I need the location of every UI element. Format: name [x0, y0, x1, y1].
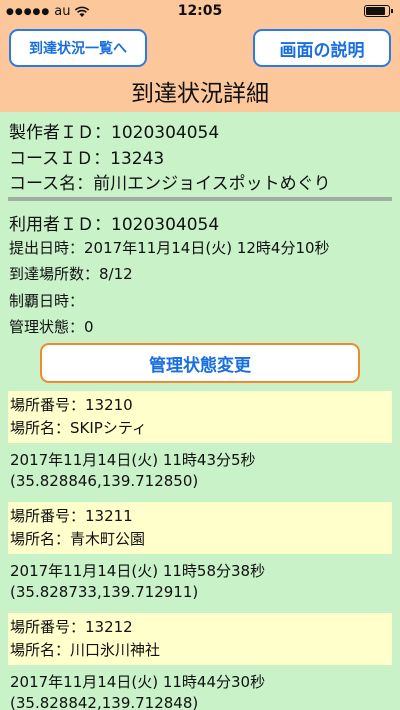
- visit-coords: (35.828733,139.712911): [10, 583, 199, 601]
- place-item: 場所番号：13210 場所名：SKIPシティ 2017年11月14日(火) 11…: [8, 391, 392, 499]
- reached-count: 到達場所数：8/12: [9, 265, 133, 283]
- submitted-datetime: 提出日時：2017年11月14日(火) 12時4分10秒: [9, 239, 330, 257]
- place-item: 場所番号：13211 場所名：青木町公園 2017年11月14日(火) 11時5…: [8, 502, 392, 610]
- place-header: 場所番号：13212 場所名：川口氷川神社: [8, 613, 392, 665]
- manage-state: 管理状態：0: [9, 318, 94, 336]
- visit-datetime: 2017年11月14日(火) 11時58分38秒: [10, 562, 266, 580]
- visit-coords: (35.828846,139.712850): [10, 472, 199, 490]
- place-number: 場所番号：13210: [10, 396, 133, 414]
- place-visit: 2017年11月14日(火) 11時58分38秒 (35.828733,139.…: [8, 554, 392, 610]
- place-visit: 2017年11月14日(火) 11時43分5秒 (35.828846,139.7…: [8, 443, 392, 499]
- screen-explain-button[interactable]: 画面の説明: [253, 29, 391, 67]
- status-time: 12:05: [177, 3, 223, 19]
- conquered-datetime: 制覇日時：: [9, 292, 85, 310]
- battery-level: [366, 7, 385, 15]
- battery-icon: [364, 5, 393, 17]
- place-header: 場所番号：13211 場所名：青木町公園: [8, 502, 392, 554]
- place-name: 場所名：SKIPシティ: [10, 419, 147, 437]
- place-visit: 2017年11月14日(火) 11時44分30秒 (35.828842,139.…: [8, 665, 392, 710]
- visit-datetime: 2017年11月14日(火) 11時43分5秒: [10, 451, 256, 469]
- place-item: 場所番号：13212 場所名：川口氷川神社 2017年11月14日(火) 11時…: [8, 613, 392, 710]
- place-name: 場所名：川口氷川神社: [10, 641, 161, 659]
- status-bar: ●●●●● au 12:05: [0, 0, 400, 22]
- header: 到達状況一覧へ 画面の説明 到達状況詳細: [0, 22, 400, 112]
- back-to-list-button[interactable]: 到達状況一覧へ: [9, 29, 147, 67]
- page-title: 到達状況詳細: [131, 81, 269, 107]
- place-header: 場所番号：13210 場所名：SKIPシティ: [8, 391, 392, 443]
- change-manage-state-button[interactable]: 管理状態変更: [40, 343, 360, 383]
- maker-id: 製作者ＩＤ：1020304054: [9, 123, 220, 143]
- place-number: 場所番号：13211: [10, 507, 133, 525]
- visit-coords: (35.828842,139.712848): [10, 694, 199, 710]
- user-id: 利用者ＩＤ：1020304054: [9, 215, 220, 235]
- place-number: 場所番号：13212: [10, 618, 133, 636]
- course-name: コース名：前川エンジョイスポットめぐり: [9, 174, 331, 194]
- place-name: 場所名：青木町公園: [10, 530, 146, 548]
- divider: [8, 197, 392, 201]
- course-id: コースＩＤ：13243: [9, 149, 165, 169]
- visit-datetime: 2017年11月14日(火) 11時44分30秒: [10, 673, 266, 691]
